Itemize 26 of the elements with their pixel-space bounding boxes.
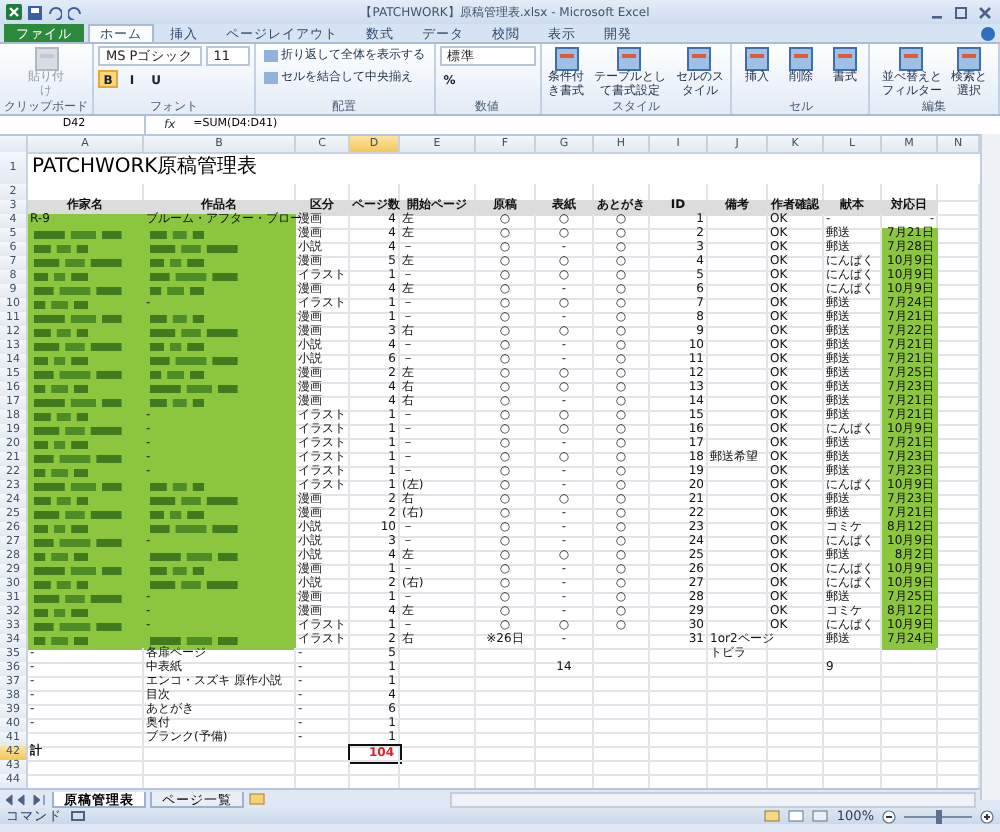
toolbar-icon: [743, 46, 770, 72]
redo-icon[interactable]: [68, 5, 82, 19]
toolbar-icon: [616, 46, 643, 72]
vertical-scrollbar[interactable]: [980, 134, 1000, 800]
toolbar-icon: [553, 46, 580, 72]
undo-icon[interactable]: [48, 5, 62, 19]
zoom-in-icon[interactable]: [980, 809, 994, 823]
page-layout-icon[interactable]: [788, 810, 805, 822]
zoom-out-icon[interactable]: [882, 809, 896, 823]
toolbar-icon: [956, 46, 983, 72]
sheet-title: PATCHWORK原稿管理表: [30, 153, 260, 182]
toolbar-icon: [898, 46, 925, 72]
maximize-icon[interactable]: [952, 5, 970, 19]
toolbar-icon: [787, 46, 814, 72]
horizontal-scrollbar[interactable]: [450, 791, 976, 807]
toolbar-icon: [33, 46, 59, 72]
blurred-text: [146, 634, 244, 648]
save-icon[interactable]: [28, 5, 42, 19]
help-icon[interactable]: [980, 26, 996, 42]
toolbar-icon: [831, 46, 858, 72]
toolbar-icon: [686, 46, 713, 72]
zoom-slider-thumb[interactable]: [935, 809, 941, 823]
sheet-navigation-icon[interactable]: [4, 793, 48, 805]
close-icon[interactable]: [976, 5, 994, 19]
app-logo-icon: [6, 4, 22, 20]
macro-icon[interactable]: [70, 810, 86, 822]
